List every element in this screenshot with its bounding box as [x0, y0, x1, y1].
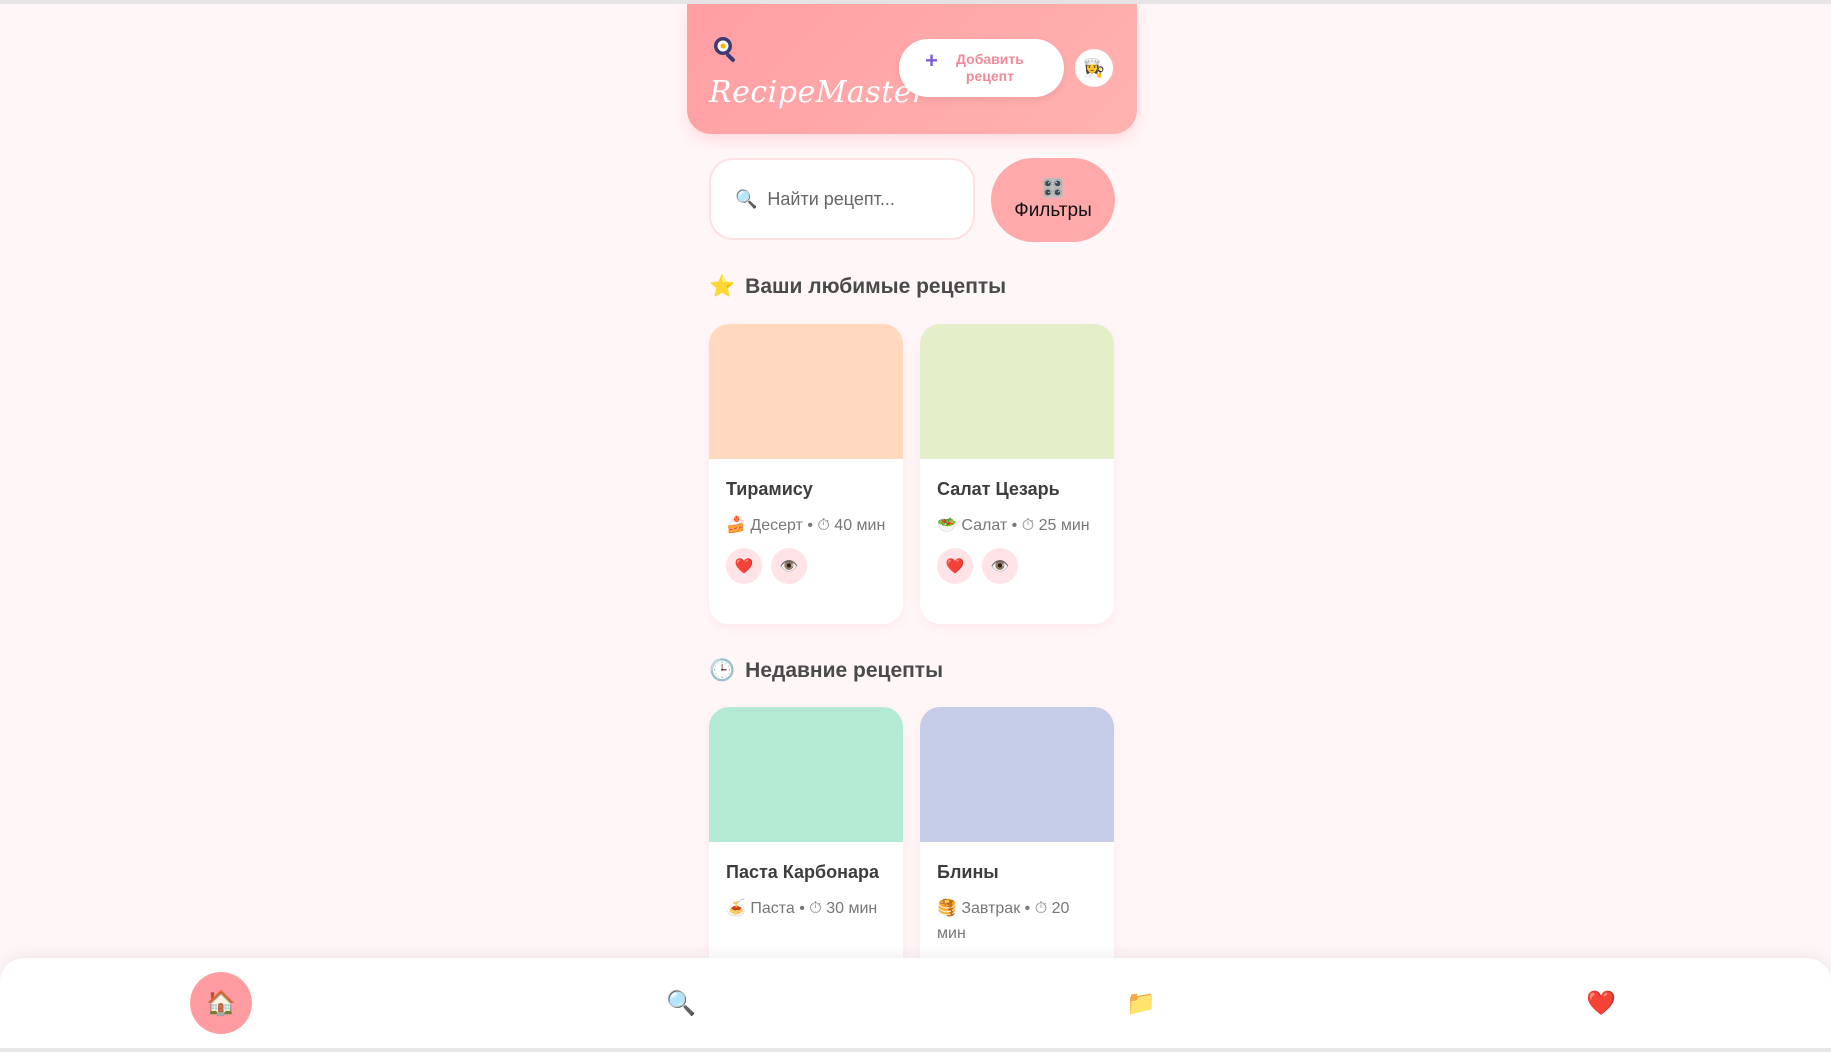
- recipe-card-carbonara[interactable]: Паста Карбонара 🍝 Паста • ⏱ 30 мин: [709, 707, 903, 987]
- app-title: RecipeMaster: [709, 75, 927, 110]
- recipe-meta: 🍰 Десерт • ⏱ 40 мин: [726, 517, 886, 534]
- filters-label: Фильтры: [1014, 200, 1092, 221]
- like-button[interactable]: ❤️: [726, 548, 762, 584]
- nav-home[interactable]: 🏠: [190, 972, 252, 1034]
- add-recipe-label: Добавить рецепт: [956, 51, 1024, 84]
- recent-section-title: 🕒 Недавние рецепты: [709, 659, 943, 683]
- chef-icon: 👩‍🍳: [1082, 57, 1106, 78]
- recipe-name: Блины: [937, 862, 999, 882]
- recipe-name: Салат Цезарь: [937, 479, 1060, 499]
- search-icon: 🔍: [735, 188, 758, 209]
- clock-icon: 🕒: [709, 659, 736, 682]
- eye-icon: 👁️: [990, 558, 1010, 575]
- filters-button[interactable]: 🎛️ Фильтры: [991, 158, 1115, 242]
- favorites-section-title: ⭐ Ваши любимые рецепты: [709, 275, 1006, 299]
- recipe-image: [709, 324, 903, 459]
- recipe-meta: 🍝 Паста • ⏱ 30 мин: [726, 900, 878, 917]
- recipe-image: [920, 707, 1114, 842]
- recipe-meta: 🥗 Салат • ⏱ 25 мин: [937, 517, 1090, 534]
- window-bottom-border: [0, 1048, 1831, 1052]
- recipe-image: [709, 707, 903, 842]
- recipe-card-tiramisu[interactable]: Тирамису 🍰 Десерт • ⏱ 40 мин ❤️ 👁️: [709, 324, 903, 624]
- frying-pan-icon: [714, 37, 735, 62]
- search-input[interactable]: [765, 187, 960, 211]
- view-button[interactable]: 👁️: [771, 548, 807, 584]
- eye-icon: 👁️: [779, 558, 799, 575]
- avatar[interactable]: 👩‍🍳: [1075, 49, 1113, 87]
- folder-icon: 📁: [1126, 989, 1156, 1017]
- recipe-meta: 🥞 Завтрак • ⏱ 20 мин: [937, 900, 1070, 942]
- view-button[interactable]: 👁️: [982, 548, 1018, 584]
- heart-icon: ❤️: [1586, 989, 1616, 1017]
- nav-favorites[interactable]: ❤️: [1570, 972, 1632, 1034]
- favorites-title-text: Ваши любимые рецепты: [745, 275, 1007, 298]
- add-recipe-button[interactable]: + Добавить рецепт: [899, 39, 1064, 97]
- nav-folder[interactable]: 📁: [1110, 972, 1172, 1034]
- like-button[interactable]: ❤️: [937, 548, 973, 584]
- recent-title-text: Недавние рецепты: [745, 659, 944, 682]
- recipe-name: Тирамису: [726, 479, 813, 499]
- search-icon: 🔍: [666, 989, 696, 1017]
- app-header: RecipeMaster + Добавить рецепт 👩‍🍳: [687, 4, 1137, 134]
- filter-icon: 🎛️: [1041, 178, 1065, 198]
- heart-icon: ❤️: [734, 558, 754, 575]
- search-box: 🔍: [709, 158, 975, 240]
- recipe-image: [920, 324, 1114, 459]
- heart-icon: ❤️: [945, 558, 965, 575]
- plus-icon: +: [925, 48, 938, 73]
- recipe-card-bliny[interactable]: Блины 🥞 Завтрак • ⏱ 20 мин: [920, 707, 1114, 987]
- home-icon: 🏠: [206, 989, 236, 1017]
- nav-search[interactable]: 🔍: [650, 972, 712, 1034]
- star-icon: ⭐: [709, 275, 736, 298]
- bottom-nav: 🏠 🔍 📁 ❤️: [0, 958, 1831, 1048]
- recipe-card-caesar[interactable]: Салат Цезарь 🥗 Салат • ⏱ 25 мин ❤️ 👁️: [920, 324, 1114, 624]
- recipe-name: Паста Карбонара: [726, 862, 879, 882]
